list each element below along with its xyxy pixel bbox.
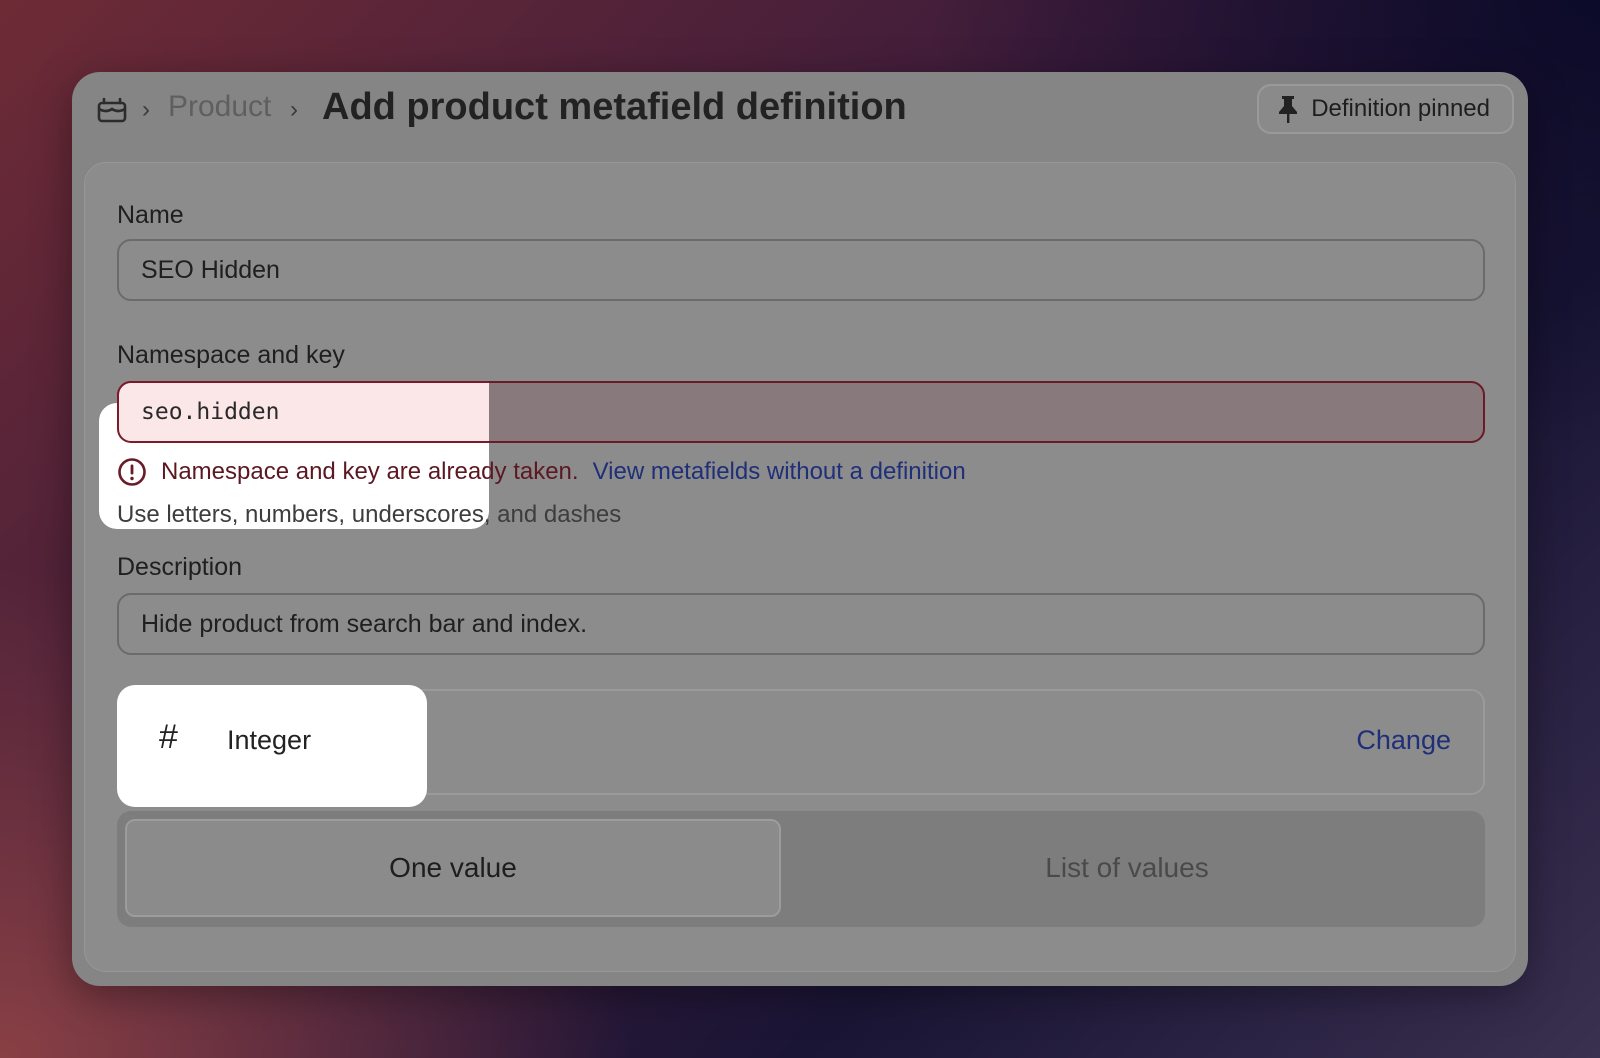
change-type-link[interactable]: Change [1356,725,1451,756]
store-icon[interactable] [96,94,128,126]
alert-circle-icon [118,458,146,486]
namespace-key-label: Namespace and key [117,341,345,369]
view-metafields-link[interactable]: View metafields without a definition [593,458,966,486]
error-message: Namespace and key are already taken. [161,458,579,485]
definition-form-card: Name SEO Hidden Namespace and key seo.hi… [84,162,1516,972]
list-of-values-option[interactable]: List of values [799,819,1455,917]
namespace-help-text: Use letters, numbers, underscores, and d… [117,501,622,528]
name-label: Name [117,201,184,229]
name-field[interactable]: SEO Hidden [117,239,1485,301]
app-window: › Product › Add product metafield defini… [72,72,1528,986]
namespace-key-value[interactable]: seo.hidden [117,381,489,443]
pin-icon [1279,96,1298,123]
breadcrumb-chevron-icon: › [142,96,150,123]
page-title: Add product metafield definition [322,86,907,128]
hash-icon: # [159,718,178,756]
definition-pinned-button[interactable]: Definition pinned [1257,84,1514,134]
description-label: Description [117,553,243,581]
one-value-option[interactable]: One value [125,819,781,917]
type-label: Integer [227,725,312,755]
namespace-error: Namespace and key are already taken. Vie… [117,457,966,487]
page-header: › Product › Add product metafield defini… [72,72,1528,162]
value-count-toggle: One value List of values [117,811,1485,927]
description-field[interactable]: Hide product from search bar and index. [117,593,1485,655]
breadcrumb-chevron-icon: › [290,96,298,123]
breadcrumb-product[interactable]: Product [168,90,271,124]
pin-button-label: Definition pinned [1311,95,1490,122]
